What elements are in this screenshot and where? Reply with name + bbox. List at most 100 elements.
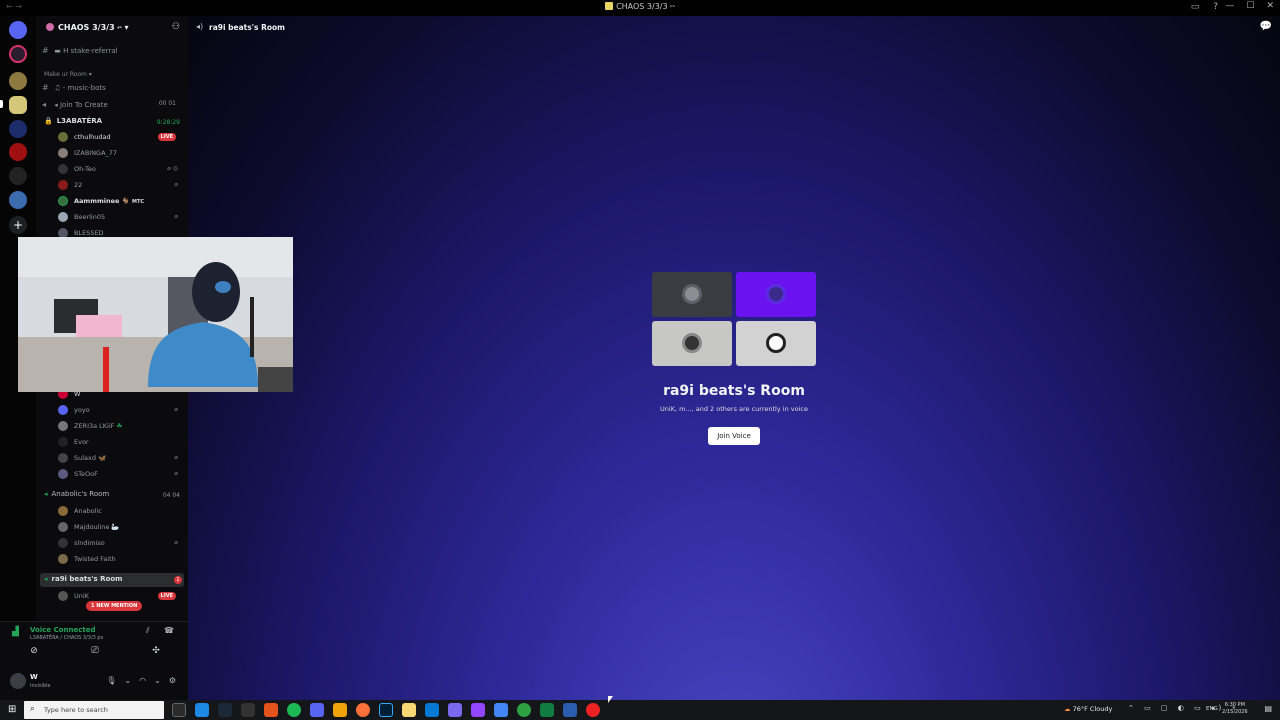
- server-icon[interactable]: [9, 120, 27, 138]
- close-button[interactable]: ✕: [1266, 1, 1274, 11]
- app-icon[interactable]: [563, 703, 577, 717]
- signal-icon[interactable]: ▟: [12, 627, 19, 637]
- voice-location[interactable]: L3ABATÉRA / CHAOS 3/3/3 ps: [30, 635, 103, 641]
- app-icon[interactable]: [264, 703, 278, 717]
- channel-label: stake-referral: [70, 47, 118, 55]
- participant-tile[interactable]: [652, 321, 732, 366]
- category-label: Make ur Room: [44, 71, 87, 78]
- photoshop-icon[interactable]: [379, 703, 393, 717]
- category-make-ur-room[interactable]: Make ur Room ▾: [44, 71, 92, 78]
- add-member-icon[interactable]: ⚇: [172, 22, 180, 32]
- voice-member[interactable]: slndimiso ⌀: [58, 538, 182, 552]
- muted-icon: ⌀ ◎: [167, 165, 178, 172]
- app-icon[interactable]: [494, 703, 508, 717]
- notification-icon[interactable]: ▤: [1264, 704, 1272, 713]
- member-name: Oh-Teo: [74, 165, 96, 173]
- channel-stake-referral[interactable]: # ▬ H stake-referral: [42, 46, 182, 60]
- inbox-icon[interactable]: ▭: [1191, 2, 1200, 12]
- spotify-icon[interactable]: [287, 703, 301, 717]
- app-icon[interactable]: [333, 703, 347, 717]
- server-name-suffix: ᵖˢ: [117, 26, 122, 32]
- window-title: CHAOS 3/3/3 ᵖˢ: [0, 2, 1280, 11]
- voice-channel-ra9i[interactable]: ◂ ra9i beats's Room: [44, 575, 122, 583]
- user-count: 00 01: [158, 100, 176, 107]
- app-icon[interactable]: [241, 703, 255, 717]
- excel-icon[interactable]: [540, 703, 554, 717]
- task-view-icon[interactable]: [172, 703, 186, 717]
- voice-member[interactable]: cthulhudad LIVE: [58, 132, 182, 146]
- minimize-button[interactable]: —: [1225, 1, 1234, 11]
- voice-member[interactable]: STeOoF ⌀: [58, 469, 182, 483]
- activities-icon[interactable]: ✣: [132, 646, 180, 660]
- channel-music-bots[interactable]: # ♫ - music-bots: [42, 83, 182, 97]
- taskbar-search[interactable]: ⌕ Type here to search: [24, 701, 164, 719]
- server-icon[interactable]: [9, 143, 27, 161]
- server-dot-icon: [46, 23, 54, 31]
- firefox-icon[interactable]: [356, 703, 370, 717]
- participant-tile[interactable]: [736, 272, 816, 317]
- voice-member[interactable]: Twisted Faith: [58, 554, 182, 568]
- voice-member[interactable]: IZABINGA_77: [58, 148, 182, 162]
- screen-share-icon[interactable]: ⎚: [71, 646, 119, 660]
- home-button[interactable]: [9, 21, 27, 39]
- channel-join-to-create[interactable]: ◂ ◂ Join To Create 00 01: [42, 100, 182, 114]
- voice-member[interactable]: ZERI3a LKiiF ☘: [58, 421, 182, 435]
- file-explorer-icon[interactable]: [402, 703, 416, 717]
- new-mention-pill[interactable]: 1 NEW MENTION: [86, 601, 143, 611]
- steam-icon[interactable]: [218, 703, 232, 717]
- help-icon[interactable]: ?: [1213, 2, 1218, 12]
- avatar: [58, 538, 68, 548]
- voice-member[interactable]: yoyo ⌀: [58, 405, 182, 419]
- discord-icon[interactable]: [310, 703, 324, 717]
- noise-suppression-icon[interactable]: ⫽: [146, 626, 150, 636]
- voice-member[interactable]: Beerlin05 ⌀: [58, 212, 182, 226]
- add-server-icon[interactable]: +: [9, 216, 27, 234]
- server-icon[interactable]: [9, 45, 27, 63]
- obs-icon[interactable]: [586, 703, 600, 717]
- maximize-button[interactable]: ☐: [1246, 1, 1254, 11]
- voice-channel-anabolic[interactable]: ◂ Anabolic's Room: [44, 490, 109, 498]
- username[interactable]: W: [30, 673, 38, 681]
- language-indicator[interactable]: ENG: [1206, 706, 1218, 712]
- chevron-down-icon[interactable]: ⌄: [124, 676, 131, 685]
- participant-tile[interactable]: [736, 321, 816, 366]
- gear-icon[interactable]: ⚙: [169, 676, 176, 685]
- participant-tile[interactable]: [652, 272, 732, 317]
- avatar: [58, 469, 68, 479]
- voice-member[interactable]: Evor: [58, 437, 182, 451]
- voice-member[interactable]: Aammminee 🐐 MTC: [58, 196, 182, 210]
- voice-member[interactable]: 22 ⌀: [58, 180, 182, 194]
- voice-status[interactable]: Voice Connected: [30, 626, 96, 634]
- video-off-icon[interactable]: ⊘: [10, 646, 58, 660]
- clock[interactable]: 6:30 PM 2/15/2026: [1222, 702, 1248, 716]
- app-icon: [605, 2, 614, 10]
- join-voice-button[interactable]: Join Voice: [708, 427, 760, 445]
- app-icon[interactable]: [471, 703, 485, 717]
- voice-member[interactable]: Majdouline 🦢: [58, 522, 182, 536]
- voice-member[interactable]: Oh-Teo ⌀ ◎: [58, 164, 182, 178]
- voice-channel-l3abatera[interactable]: 🔒 L3ABATÉRA: [44, 117, 102, 125]
- server-icon[interactable]: [9, 167, 27, 185]
- voice-member[interactable]: Sulaxd 🦋 ⌀: [58, 453, 182, 467]
- voice-member[interactable]: Anabolic: [58, 506, 182, 520]
- disconnect-icon[interactable]: ☎: [164, 626, 174, 635]
- speaker-icon: ◂): [196, 22, 204, 31]
- xbox-icon[interactable]: [517, 703, 531, 717]
- server-icon[interactable]: [9, 191, 27, 209]
- app-icon[interactable]: [448, 703, 462, 717]
- server-icon[interactable]: [9, 72, 27, 90]
- chevron-down-icon[interactable]: ⌄: [154, 676, 161, 685]
- member-name: STeOoF: [74, 470, 98, 478]
- server-header[interactable]: CHAOS 3/3/3 ᵖˢ ▾ ⚇: [36, 16, 188, 40]
- headphones-icon[interactable]: ◠: [139, 676, 146, 685]
- microphone-icon[interactable]: 🎙: [106, 676, 116, 685]
- windows-start-icon[interactable]: ⊞: [8, 704, 16, 715]
- edge-icon[interactable]: [195, 703, 209, 717]
- weather-widget[interactable]: ☁ 76°F Cloudy: [1064, 705, 1112, 713]
- muted-icon: ⌀: [174, 406, 178, 413]
- chat-icon[interactable]: 💬: [1260, 21, 1272, 32]
- avatar[interactable]: [10, 673, 26, 689]
- store-icon[interactable]: [425, 703, 439, 717]
- lock-speaker-icon: 🔒: [44, 117, 53, 125]
- server-icon[interactable]: [9, 96, 27, 114]
